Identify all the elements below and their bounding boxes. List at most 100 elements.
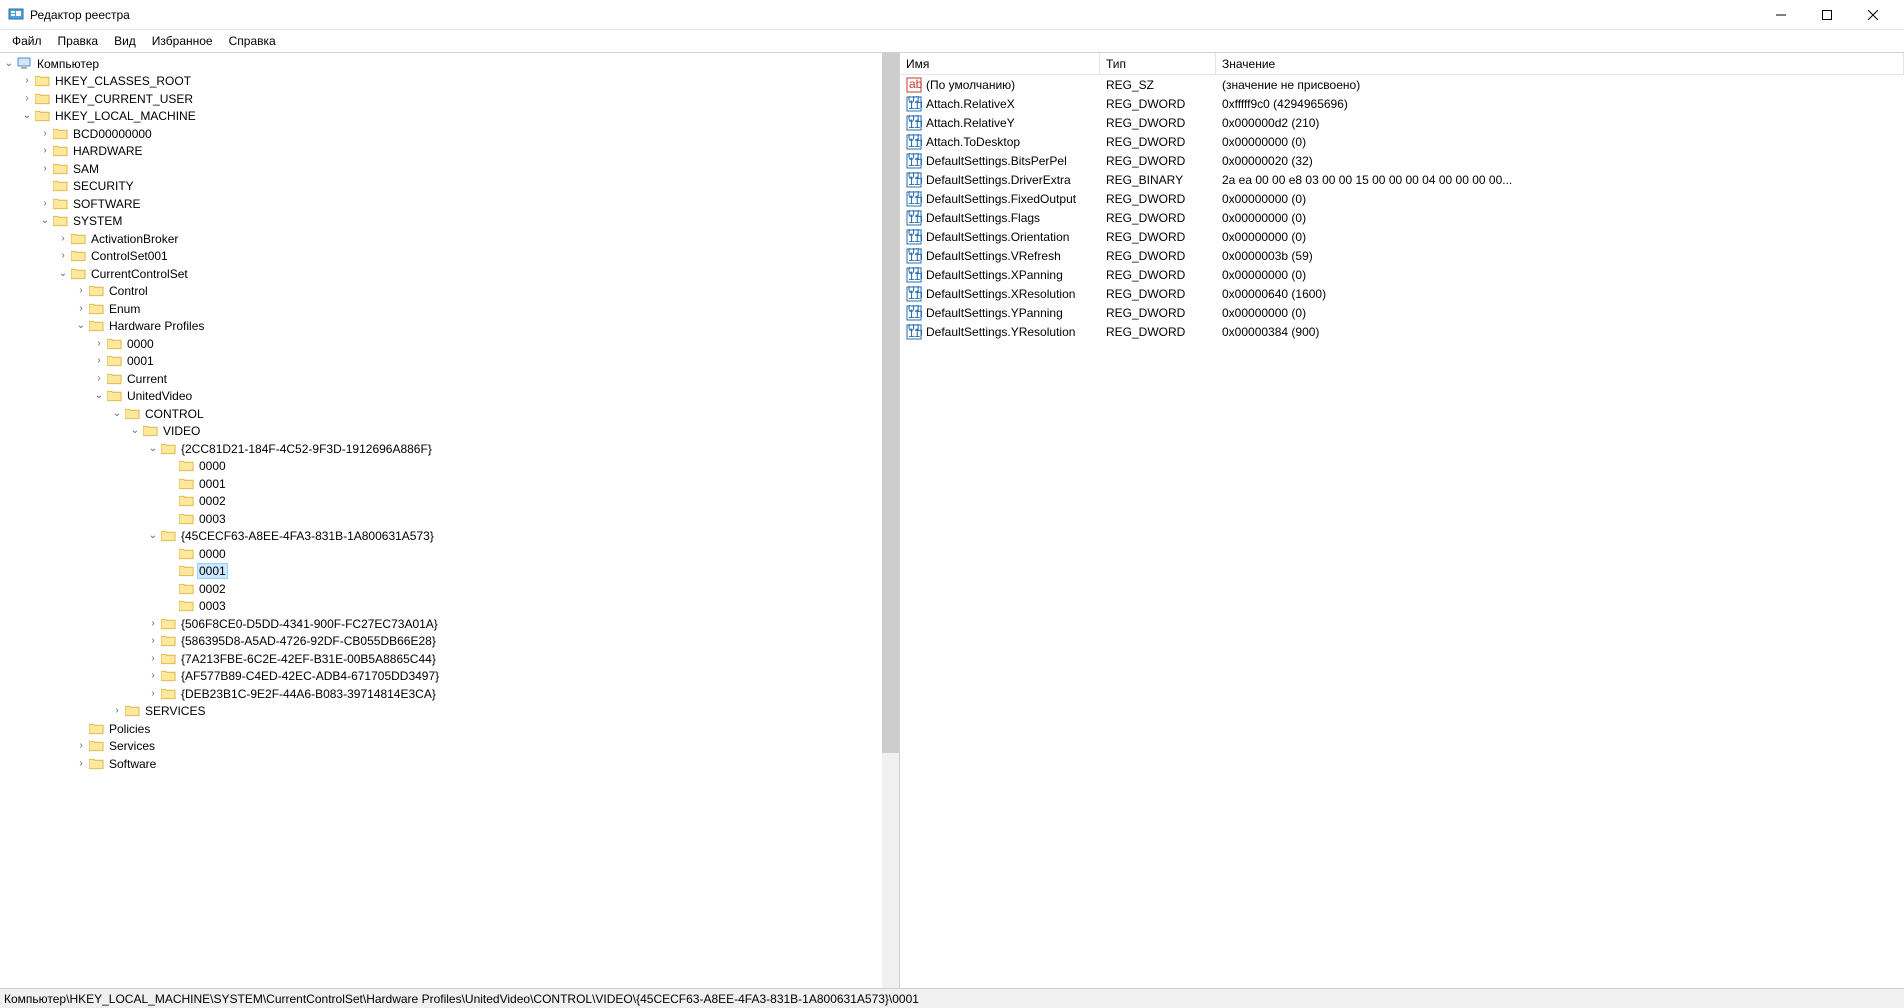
- tree-item[interactable]: ›0000: [2, 335, 899, 353]
- tree-item[interactable]: ›HKEY_CLASSES_ROOT: [2, 73, 899, 91]
- chevron-down-icon[interactable]: ⌄: [92, 391, 106, 401]
- tree-item[interactable]: ›ControlSet001: [2, 248, 899, 266]
- chevron-right-icon[interactable]: ›: [92, 374, 106, 384]
- tree-item[interactable]: ›Software: [2, 755, 899, 773]
- tree-item[interactable]: ›SAM: [2, 160, 899, 178]
- value-row[interactable]: 011110DefaultSettings.XPanningREG_DWORD0…: [900, 265, 1904, 284]
- tree-item[interactable]: ›{7A213FBE-6C2E-42EF-B31E-00B5A8865C44}: [2, 650, 899, 668]
- chevron-down-icon[interactable]: ⌄: [146, 531, 160, 541]
- chevron-right-icon[interactable]: ›: [38, 199, 52, 209]
- chevron-right-icon[interactable]: ›: [56, 234, 70, 244]
- chevron-down-icon[interactable]: ⌄: [110, 409, 124, 419]
- value-row[interactable]: 011110Attach.RelativeXREG_DWORD0xfffff9c…: [900, 94, 1904, 113]
- tree-item[interactable]: ⌄{2CC81D21-184F-4C52-9F3D-1912696A886F}: [2, 440, 899, 458]
- menu-help[interactable]: Справка: [221, 32, 284, 50]
- chevron-down-icon[interactable]: ⌄: [2, 59, 16, 69]
- chevron-right-icon[interactable]: ›: [38, 146, 52, 156]
- chevron-down-icon[interactable]: ⌄: [20, 111, 34, 121]
- value-row[interactable]: 011110DefaultSettings.YResolutionREG_DWO…: [900, 322, 1904, 341]
- tree-scrollbar[interactable]: [882, 53, 899, 988]
- tree-item[interactable]: ·0000: [2, 545, 899, 563]
- tree-item[interactable]: ·0003: [2, 510, 899, 528]
- tree-item[interactable]: ·SECURITY: [2, 178, 899, 196]
- tree-item[interactable]: ⌄Hardware Profiles: [2, 318, 899, 336]
- col-header-type[interactable]: Тип: [1100, 53, 1216, 74]
- tree-item[interactable]: ·0000: [2, 458, 899, 476]
- tree-item[interactable]: ›BCD00000000: [2, 125, 899, 143]
- chevron-down-icon[interactable]: ⌄: [38, 216, 52, 226]
- value-row[interactable]: 011110DefaultSettings.XResolutionREG_DWO…: [900, 284, 1904, 303]
- menu-favorites[interactable]: Избранное: [144, 32, 221, 50]
- tree-item[interactable]: ›HARDWARE: [2, 143, 899, 161]
- value-row[interactable]: 011110DefaultSettings.VRefreshREG_DWORD0…: [900, 246, 1904, 265]
- tree-item[interactable]: ›{AF577B89-C4ED-42EC-ADB4-671705DD3497}: [2, 668, 899, 686]
- chevron-right-icon[interactable]: ›: [56, 251, 70, 261]
- tree-item[interactable]: ·0003: [2, 598, 899, 616]
- chevron-right-icon[interactable]: ›: [146, 636, 160, 646]
- tree-item[interactable]: ›Current: [2, 370, 899, 388]
- tree-item[interactable]: ⌄{45CECF63-A8EE-4FA3-831B-1A800631A573}: [2, 528, 899, 546]
- chevron-right-icon[interactable]: ›: [110, 706, 124, 716]
- value-row[interactable]: 011110DefaultSettings.YPanningREG_DWORD0…: [900, 303, 1904, 322]
- tree-item[interactable]: ·0001: [2, 475, 899, 493]
- chevron-right-icon[interactable]: ›: [20, 94, 34, 104]
- tree-pane[interactable]: ⌄Компьютер›HKEY_CLASSES_ROOT›HKEY_CURREN…: [0, 53, 900, 988]
- tree-item[interactable]: ·0002: [2, 493, 899, 511]
- chevron-down-icon[interactable]: ⌄: [56, 269, 70, 279]
- maximize-button[interactable]: [1804, 0, 1850, 30]
- chevron-down-icon[interactable]: ⌄: [74, 321, 88, 331]
- tree-item[interactable]: ⌄Компьютер: [2, 55, 899, 73]
- tree-item[interactable]: ›SERVICES: [2, 703, 899, 721]
- chevron-right-icon[interactable]: ›: [74, 304, 88, 314]
- value-row[interactable]: 011110DefaultSettings.OrientationREG_DWO…: [900, 227, 1904, 246]
- chevron-right-icon[interactable]: ›: [146, 671, 160, 681]
- tree-item[interactable]: ⌄UnitedVideo: [2, 388, 899, 406]
- tree-item[interactable]: ›Services: [2, 738, 899, 756]
- chevron-down-icon[interactable]: ⌄: [128, 426, 142, 436]
- tree-item[interactable]: ·Policies: [2, 720, 899, 738]
- chevron-down-icon[interactable]: ⌄: [146, 444, 160, 454]
- value-row[interactable]: 011110DefaultSettings.BitsPerPelREG_DWOR…: [900, 151, 1904, 170]
- tree-item[interactable]: ›{506F8CE0-D5DD-4341-900F-FC27EC73A01A}: [2, 615, 899, 633]
- menu-edit[interactable]: Правка: [50, 32, 107, 50]
- tree-item[interactable]: ·0001: [2, 563, 899, 581]
- minimize-button[interactable]: [1758, 0, 1804, 30]
- chevron-right-icon[interactable]: ›: [92, 339, 106, 349]
- tree-item[interactable]: ›HKEY_CURRENT_USER: [2, 90, 899, 108]
- value-row[interactable]: ab(По умолчанию)REG_SZ(значение не присв…: [900, 75, 1904, 94]
- menu-file[interactable]: Файл: [4, 32, 50, 50]
- value-row[interactable]: 011110DefaultSettings.FixedOutputREG_DWO…: [900, 189, 1904, 208]
- chevron-right-icon[interactable]: ›: [20, 76, 34, 86]
- close-button[interactable]: [1850, 0, 1896, 30]
- chevron-right-icon[interactable]: ›: [74, 741, 88, 751]
- chevron-right-icon[interactable]: ›: [146, 619, 160, 629]
- chevron-right-icon[interactable]: ›: [146, 654, 160, 664]
- value-row[interactable]: 011110Attach.RelativeYREG_DWORD0x000000d…: [900, 113, 1904, 132]
- chevron-right-icon[interactable]: ›: [74, 286, 88, 296]
- tree-item[interactable]: ›{DEB23B1C-9E2F-44A6-B083-39714814E3CA}: [2, 685, 899, 703]
- values-pane[interactable]: Имя Тип Значение ab(По умолчанию)REG_SZ(…: [900, 53, 1904, 988]
- col-header-value[interactable]: Значение: [1216, 53, 1904, 74]
- menu-view[interactable]: Вид: [106, 32, 144, 50]
- tree-item[interactable]: ›SOFTWARE: [2, 195, 899, 213]
- tree-item[interactable]: ⌄SYSTEM: [2, 213, 899, 231]
- tree-item[interactable]: ›Enum: [2, 300, 899, 318]
- tree-item[interactable]: ›Control: [2, 283, 899, 301]
- chevron-right-icon[interactable]: ›: [38, 164, 52, 174]
- tree-item[interactable]: ›ActivationBroker: [2, 230, 899, 248]
- chevron-right-icon[interactable]: ›: [38, 129, 52, 139]
- col-header-name[interactable]: Имя: [900, 53, 1100, 74]
- value-row[interactable]: 011110DefaultSettings.FlagsREG_DWORD0x00…: [900, 208, 1904, 227]
- tree-item[interactable]: ⌄HKEY_LOCAL_MACHINE: [2, 108, 899, 126]
- value-row[interactable]: 011110DefaultSettings.DriverExtraREG_BIN…: [900, 170, 1904, 189]
- tree-item[interactable]: ·0002: [2, 580, 899, 598]
- chevron-right-icon[interactable]: ›: [92, 356, 106, 366]
- tree-item[interactable]: ›0001: [2, 353, 899, 371]
- tree-item[interactable]: ⌄VIDEO: [2, 423, 899, 441]
- tree-scroll-thumb[interactable]: [882, 53, 899, 753]
- chevron-right-icon[interactable]: ›: [74, 759, 88, 769]
- tree-item[interactable]: ⌄CurrentControlSet: [2, 265, 899, 283]
- tree-item[interactable]: ›{586395D8-A5AD-4726-92DF-CB055DB66E28}: [2, 633, 899, 651]
- value-row[interactable]: 011110Attach.ToDesktopREG_DWORD0x0000000…: [900, 132, 1904, 151]
- chevron-right-icon[interactable]: ›: [146, 689, 160, 699]
